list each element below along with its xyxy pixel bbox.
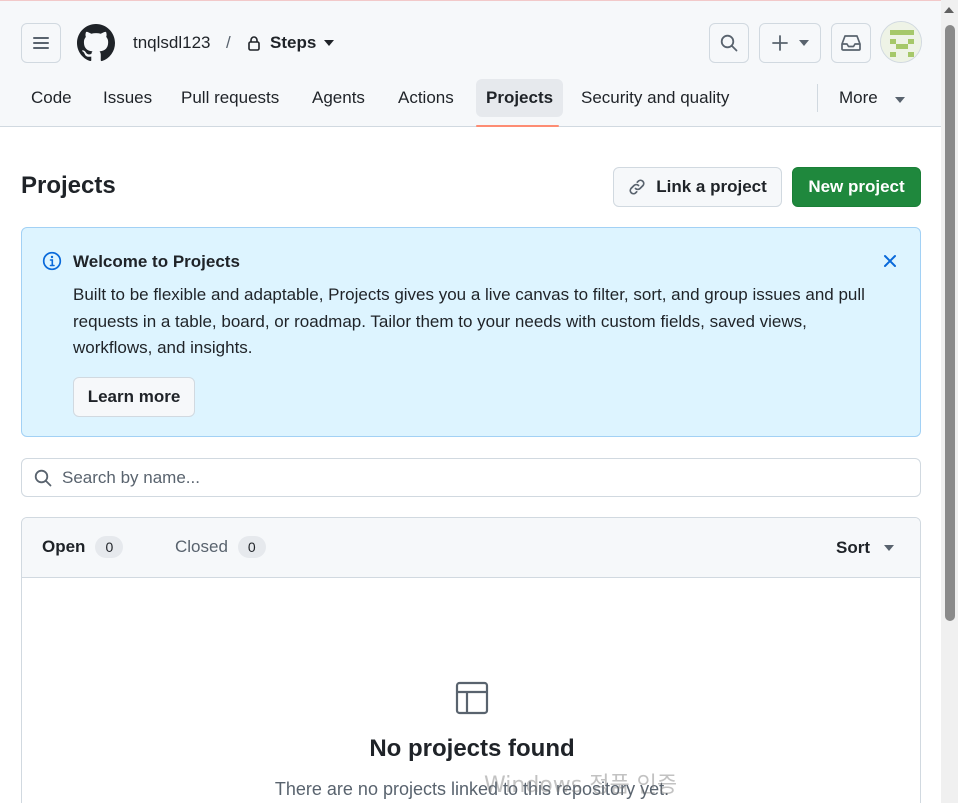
lock-icon: [248, 36, 260, 51]
project-search: [21, 458, 921, 497]
chevron-down-icon[interactable]: [324, 40, 334, 47]
tab-actions[interactable]: Actions: [388, 79, 464, 117]
welcome-banner: Welcome to Projects Built to be flexible…: [21, 227, 921, 437]
tab-code[interactable]: Code: [21, 79, 82, 117]
tab-agents[interactable]: Agents: [302, 79, 375, 117]
banner-body: Built to be flexible and adaptable, Proj…: [73, 285, 865, 357]
link-project-button[interactable]: Link a project: [613, 167, 782, 207]
list-header: Open 0 Closed 0 Sort: [22, 518, 920, 578]
tab-projects[interactable]: Projects: [476, 79, 564, 117]
link-project-label: Link a project: [656, 177, 767, 196]
search-icon: [34, 469, 52, 486]
empty-state-title: No projects found: [369, 735, 575, 762]
filter-open-label: Open: [42, 537, 86, 556]
learn-more-button[interactable]: Learn more: [73, 377, 195, 417]
filter-closed-label: Closed: [175, 537, 228, 556]
tab-more[interactable]: More: [829, 79, 888, 117]
github-logo-icon[interactable]: [77, 24, 115, 62]
filter-closed[interactable]: Closed 0: [175, 536, 266, 558]
chevron-down-icon: [799, 39, 809, 46]
open-count-badge: 0: [95, 536, 124, 558]
closed-count-badge: 0: [237, 536, 266, 558]
repo-nav-tabs: Code Issues Pull requests Agents Actions…: [0, 77, 941, 127]
inbox-button[interactable]: [831, 23, 871, 63]
active-tab-indicator: [476, 125, 559, 127]
table-icon: [455, 681, 489, 715]
search-input[interactable]: [62, 467, 882, 488]
info-icon: [42, 251, 62, 271]
windows-activation-watermark: Windows 정품 인증: [484, 773, 678, 798]
projects-list: Open 0 Closed 0 Sort No projects found T…: [21, 517, 921, 803]
banner-title: Welcome to Projects: [73, 252, 240, 271]
repo-name-link[interactable]: Steps: [270, 33, 316, 53]
scrollbar-thumb[interactable]: [945, 25, 955, 621]
page-title: Projects: [21, 172, 116, 199]
menu-button[interactable]: [21, 23, 61, 63]
new-project-button[interactable]: New project: [792, 167, 921, 207]
search-icon: [720, 34, 738, 52]
tab-security-and-quality[interactable]: Security and quality: [571, 79, 739, 117]
sort-label: Sort: [836, 538, 870, 557]
link-icon: [629, 179, 645, 195]
chevron-down-icon[interactable]: [895, 97, 905, 104]
repo-owner-link[interactable]: tnqlsdl123: [133, 33, 211, 53]
sort-button[interactable]: Sort: [836, 538, 894, 558]
create-new-button[interactable]: [759, 23, 821, 63]
hamburger-icon: [33, 37, 49, 49]
tab-divider: [817, 84, 818, 112]
inbox-icon: [841, 35, 861, 51]
repo-header: tnqlsdl123 / Steps Code Issues Pull requ…: [0, 0, 941, 127]
plus-icon: [772, 35, 788, 51]
tab-issues[interactable]: Issues: [93, 79, 162, 117]
page-scrollbar[interactable]: [941, 0, 958, 803]
global-search-button[interactable]: [709, 23, 749, 63]
identicon-icon: [881, 22, 921, 62]
chevron-down-icon: [884, 544, 894, 551]
tab-pull-requests[interactable]: Pull requests: [171, 79, 289, 117]
empty-state-text: There are no projects linked to this rep…: [274, 779, 670, 799]
scroll-up-arrow-icon[interactable]: [944, 7, 954, 13]
close-icon[interactable]: [882, 253, 898, 269]
user-avatar[interactable]: [880, 21, 922, 63]
path-separator: /: [226, 33, 231, 52]
filter-open[interactable]: Open 0: [42, 536, 124, 558]
